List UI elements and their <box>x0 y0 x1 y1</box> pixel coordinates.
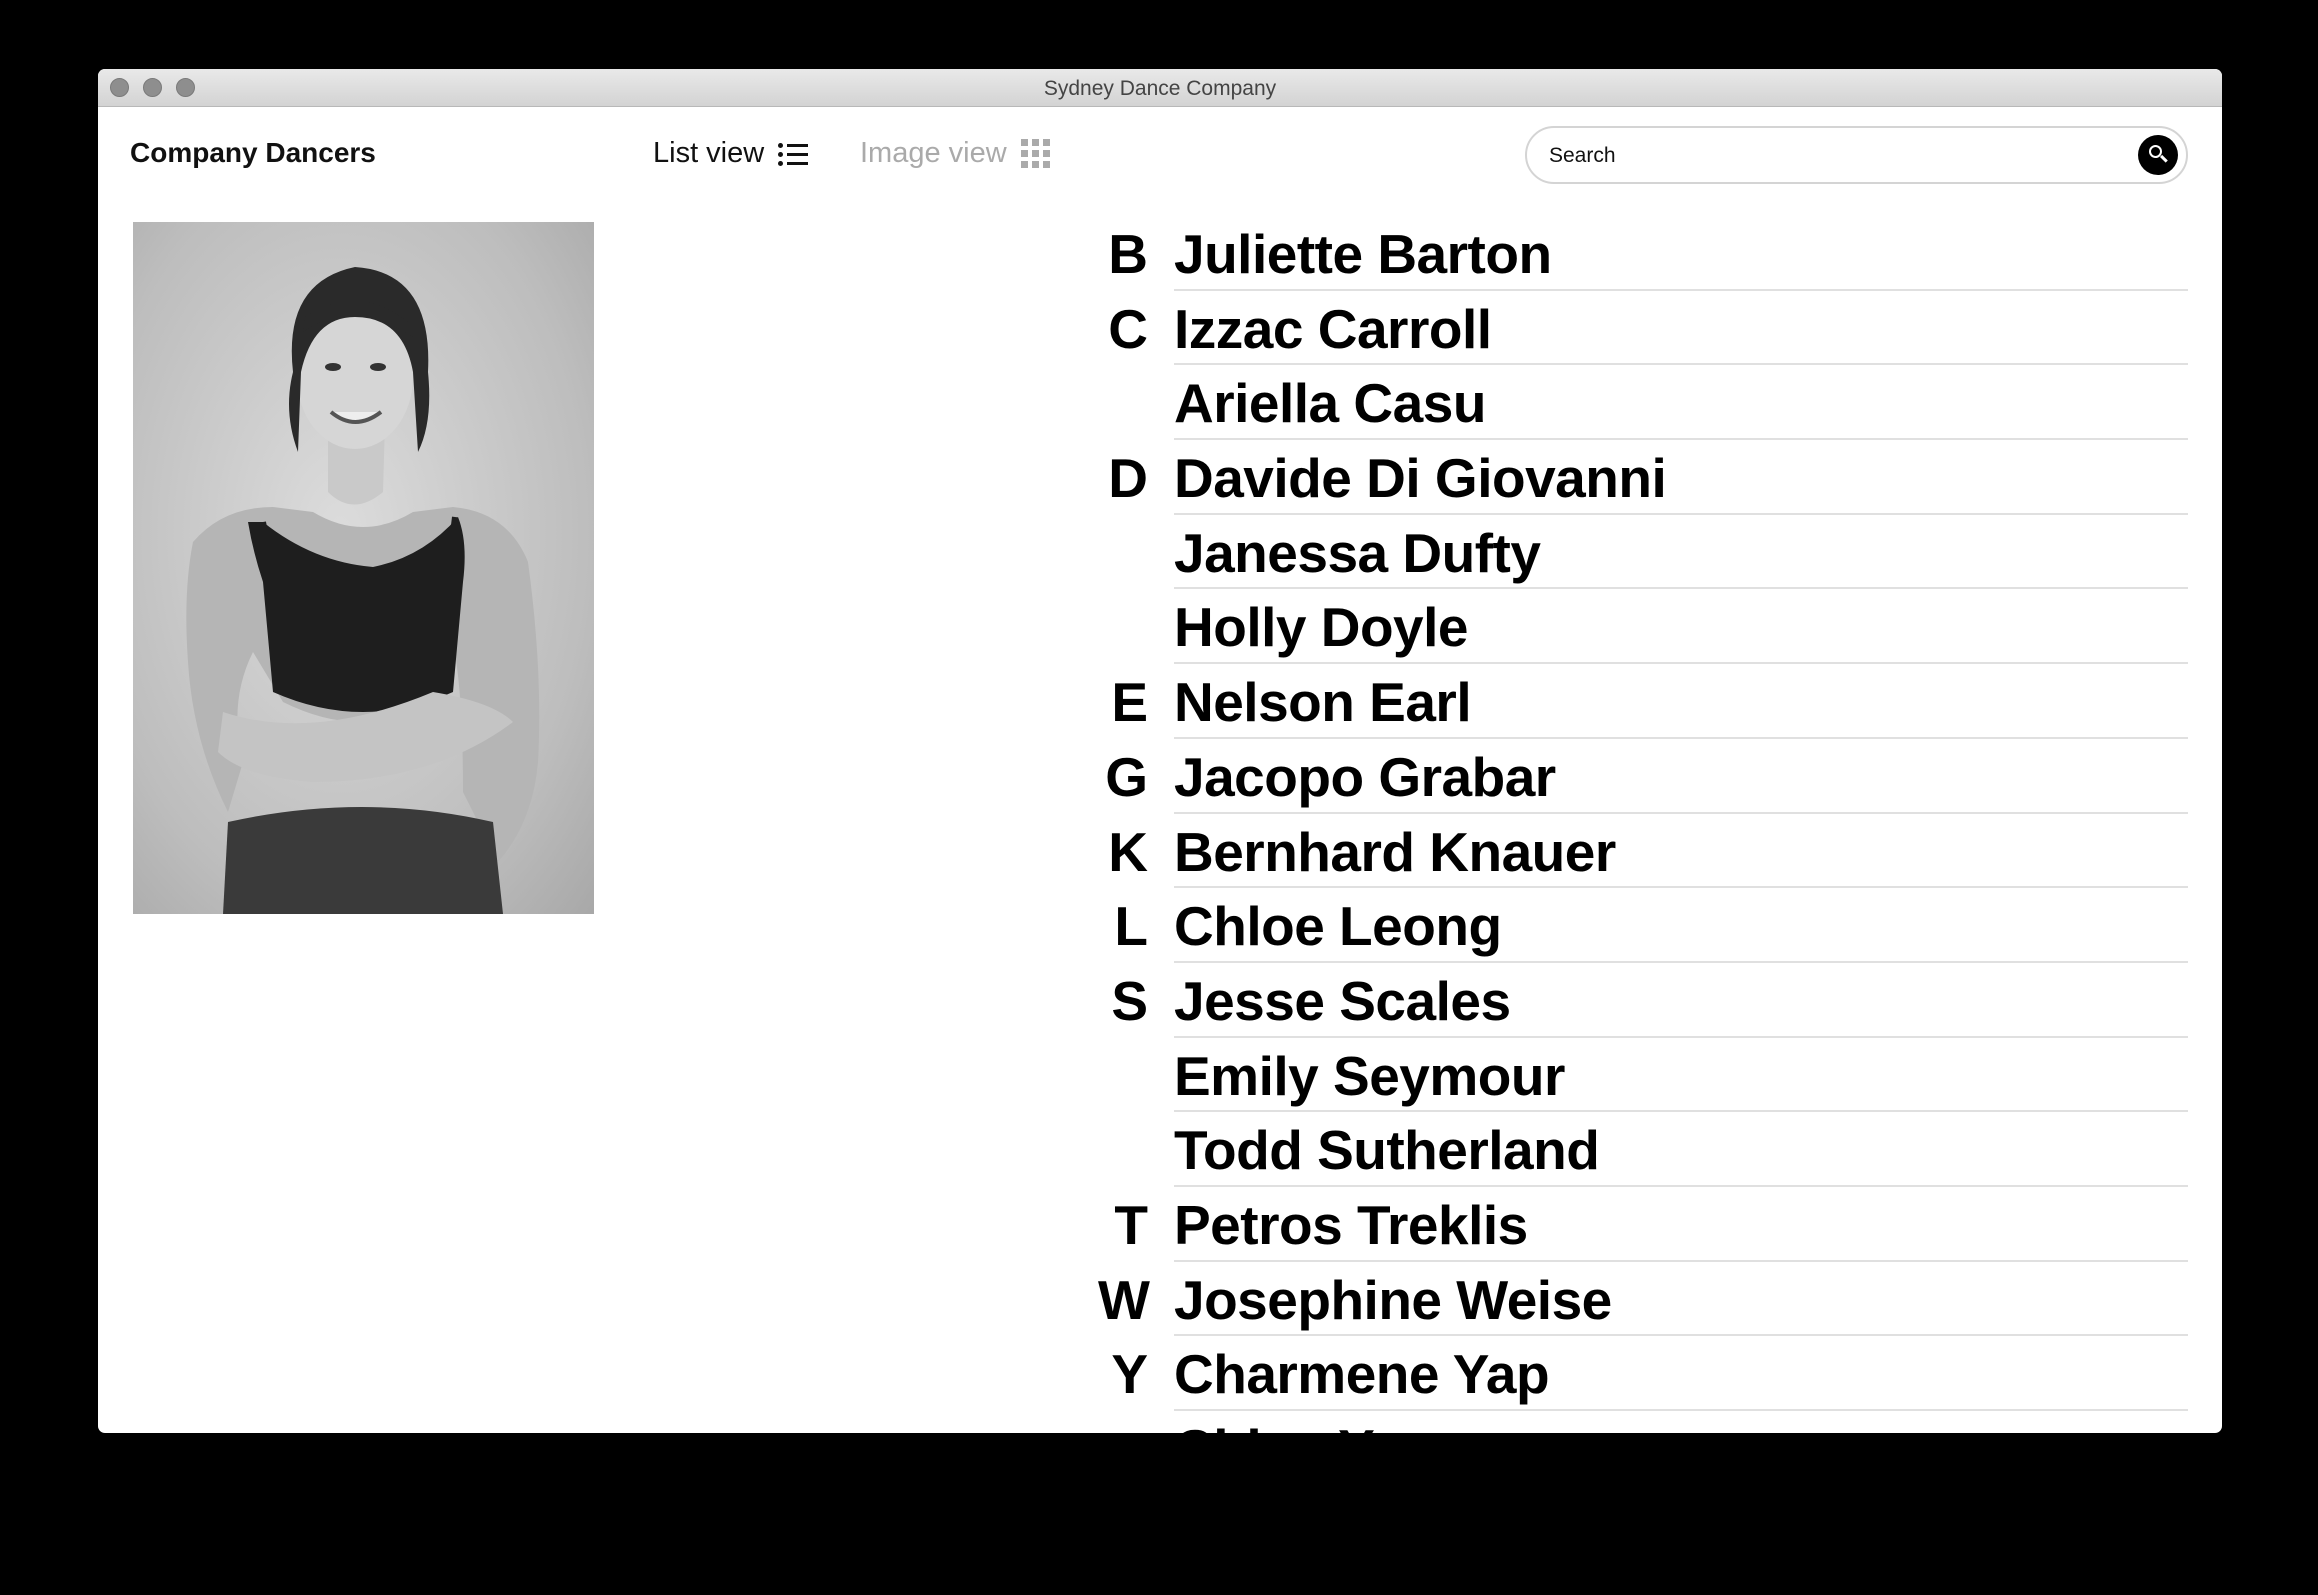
dancer-list-item[interactable]: Chloe Young <box>1098 1411 2188 1433</box>
list-view-toggle[interactable]: List view <box>653 137 809 170</box>
image-view-label: Image view <box>860 137 1007 169</box>
dancer-name-link[interactable]: Janessa Dufty <box>1174 523 2188 583</box>
dancer-list-item[interactable]: E Nelson Earl <box>1098 664 2188 739</box>
dancer-list-item[interactable]: S Jesse Scales <box>1098 963 2188 1038</box>
dancer-name-link[interactable]: Jesse Scales <box>1174 971 2188 1031</box>
dancer-name-link[interactable]: Charmene Yap <box>1174 1344 2188 1404</box>
dancer-list: B Juliette Barton C Izzac Carroll Ariella Ca… <box>1098 216 2188 1433</box>
dancer-name-link[interactable]: Josephine Weise <box>1174 1270 2188 1330</box>
dancer-name-link[interactable]: Izzac Carroll <box>1174 299 2188 359</box>
dancer-name-link[interactable]: Bernhard Knauer <box>1174 822 2188 882</box>
dancer-list-item[interactable]: Ariella Casu <box>1098 365 2188 441</box>
alphabet-index-letter: C <box>1108 297 1148 360</box>
alphabet-index-letter: W <box>1098 1268 1150 1331</box>
list-view-label: List view <box>653 137 765 169</box>
app-window: Sydney Dance Company Company Dancers Lis… <box>98 69 2222 1433</box>
title-bar: Sydney Dance Company <box>98 69 2222 107</box>
dancer-list-item[interactable]: Janessa Dufty <box>1098 515 2188 590</box>
dancer-name-link[interactable]: Chloe Young <box>1174 1419 2188 1433</box>
alphabet-index-letter: S <box>1111 969 1148 1032</box>
dancer-name-link[interactable]: Jacopo Grabar <box>1174 747 2188 807</box>
dancer-list-item[interactable]: G Jacopo Grabar <box>1098 739 2188 814</box>
dancer-list-item[interactable]: D Davide Di Giovanni <box>1098 440 2188 515</box>
dancer-list-item[interactable]: B Juliette Barton <box>1098 216 2188 291</box>
image-view-toggle[interactable]: Image view <box>860 137 1050 170</box>
dancer-list-item[interactable]: K Bernhard Knauer <box>1098 814 2188 889</box>
alphabet-index-letter: G <box>1105 745 1148 808</box>
dancer-list-item[interactable]: Holly Doyle <box>1098 589 2188 665</box>
list-icon <box>778 142 809 166</box>
dancer-name-link[interactable]: Ariella Casu <box>1174 373 2188 433</box>
dancer-name-link[interactable]: Emily Seymour <box>1174 1046 2188 1106</box>
alphabet-index-letter: D <box>1108 447 1148 510</box>
dancer-name-link[interactable]: Holly Doyle <box>1174 597 2188 657</box>
dancer-name-link[interactable]: Chloe Leong <box>1174 896 2188 956</box>
window-title: Sydney Dance Company <box>1043 77 1277 100</box>
page-title: Company Dancers <box>130 137 376 168</box>
page-content: Company Dancers List view Image view Sea… <box>98 107 2222 1433</box>
alphabet-index-letter: L <box>1114 895 1148 958</box>
dancer-list-item[interactable]: Y Charmene Yap <box>1098 1336 2188 1411</box>
dancer-list-item[interactable]: T Petros Treklis <box>1098 1187 2188 1262</box>
dancer-list-item[interactable]: C Izzac Carroll <box>1098 291 2188 366</box>
dancer-portrait <box>133 222 594 914</box>
alphabet-index-letter: Y <box>1111 1343 1148 1406</box>
dancer-list-item[interactable]: Todd Sutherland <box>1098 1112 2188 1187</box>
dancer-list-item[interactable]: Emily Seymour <box>1098 1038 2188 1113</box>
dancer-name-link[interactable]: Juliette Barton <box>1174 224 2188 284</box>
grid-icon <box>1020 139 1050 168</box>
search-box <box>1525 126 2188 184</box>
dancer-list-item[interactable]: L Chloe Leong <box>1098 888 2188 963</box>
search-button[interactable] <box>2138 135 2178 175</box>
alphabet-index-letter: B <box>1108 223 1148 285</box>
dancer-list-item[interactable]: W Josephine Weise <box>1098 1262 2188 1337</box>
dancer-name-link[interactable]: Davide Di Giovanni <box>1174 448 2188 508</box>
search-input[interactable] <box>1547 128 2111 184</box>
dancer-name-link[interactable]: Todd Sutherland <box>1174 1120 2188 1180</box>
alphabet-index-letter: E <box>1111 671 1148 734</box>
dancer-name-link[interactable]: Nelson Earl <box>1174 672 2188 732</box>
dancer-name-link[interactable]: Petros Treklis <box>1174 1195 2188 1255</box>
dancer-portrait-photo-icon <box>186 267 540 914</box>
alphabet-index-letter: K <box>1108 820 1148 883</box>
alphabet-index-letter: T <box>1114 1193 1148 1256</box>
